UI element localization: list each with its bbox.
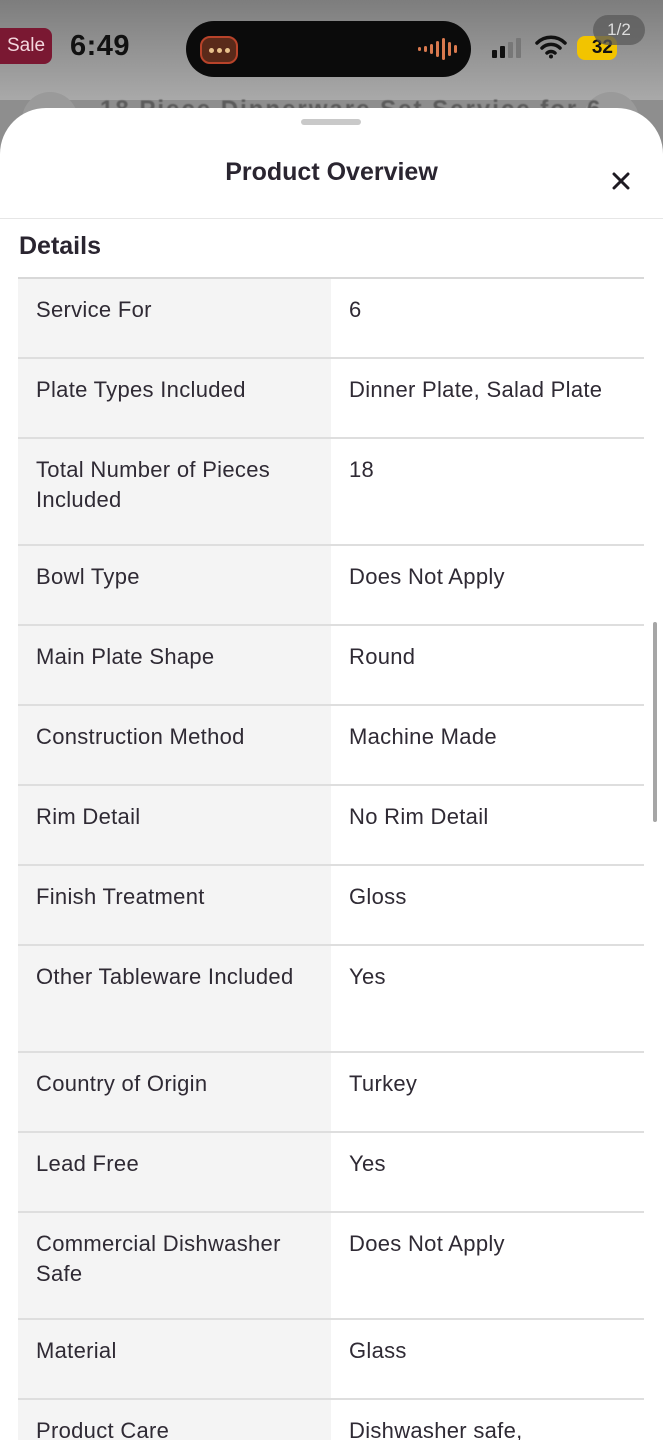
table-row: Country of Origin Turkey [18, 1052, 644, 1133]
table-row: Service For 6 [18, 278, 644, 359]
row-label: Finish Treatment [18, 865, 331, 946]
details-heading: Details [19, 232, 101, 260]
dynamic-island[interactable] [186, 21, 471, 77]
table-row: Finish Treatment Gloss [18, 865, 644, 946]
row-value: Does Not Apply [331, 545, 644, 626]
table-row: Construction Method Machine Made [18, 705, 644, 786]
now-playing-thumbnail-icon [200, 36, 238, 64]
details-table: Service For 6 Plate Types Included Dinne… [18, 277, 644, 1440]
row-label: Product Care [18, 1399, 331, 1440]
row-value: Turkey [331, 1052, 644, 1133]
row-value: 18 [331, 438, 644, 546]
table-row: Plate Types Included Dinner Plate, Salad… [18, 358, 644, 439]
scroll-indicator[interactable] [653, 622, 657, 822]
product-overview-sheet: Product Overview Details Service For 6 P… [0, 108, 663, 1440]
table-row: Other Tableware Included Yes [18, 945, 644, 1053]
clock: 6:49 [70, 30, 131, 62]
row-label: Country of Origin [18, 1052, 331, 1133]
row-value: Does Not Apply [331, 1212, 644, 1320]
row-label: Commercial Dishwasher Safe [18, 1212, 331, 1320]
row-label: Total Number of Pieces Included [18, 438, 331, 546]
close-icon [612, 172, 630, 190]
row-label: Service For [18, 278, 331, 359]
row-value: Dinner Plate, Salad Plate [331, 358, 644, 439]
row-label: Material [18, 1319, 331, 1400]
row-value: Yes [331, 945, 644, 1053]
table-row: Total Number of Pieces Included 18 [18, 438, 644, 546]
row-value: Glass [331, 1319, 644, 1400]
row-label: Lead Free [18, 1132, 331, 1213]
row-label: Construction Method [18, 705, 331, 786]
row-value: Dishwasher safe, [331, 1399, 644, 1440]
row-value: Machine Made [331, 705, 644, 786]
table-row: Bowl Type Does Not Apply [18, 545, 644, 626]
row-value: Gloss [331, 865, 644, 946]
close-button[interactable] [604, 164, 638, 198]
row-label: Plate Types Included [18, 358, 331, 439]
row-label: Bowl Type [18, 545, 331, 626]
audio-waveform-icon [418, 37, 457, 61]
sale-tag[interactable]: Sale [0, 28, 52, 64]
sheet-title: Product Overview [225, 158, 438, 186]
row-value: 6 [331, 278, 644, 359]
row-value: Yes [331, 1132, 644, 1213]
row-value: Round [331, 625, 644, 706]
table-row: Material Glass [18, 1319, 644, 1400]
wifi-icon [535, 35, 567, 59]
status-bar: Sale 6:49 32 1/2 [0, 0, 663, 100]
row-value: No Rim Detail [331, 785, 644, 866]
table-row: Rim Detail No Rim Detail [18, 785, 644, 866]
sheet-header: Product Overview [0, 108, 663, 219]
row-label: Other Tableware Included [18, 945, 331, 1053]
table-row: Main Plate Shape Round [18, 625, 644, 706]
table-row: Commercial Dishwasher Safe Does Not Appl… [18, 1212, 644, 1320]
table-row: Lead Free Yes [18, 1132, 644, 1213]
cellular-signal-icon [492, 38, 521, 58]
row-label: Rim Detail [18, 785, 331, 866]
table-row: Product Care Dishwasher safe, [18, 1399, 644, 1440]
row-label: Main Plate Shape [18, 625, 331, 706]
page-indicator: 1/2 [593, 15, 645, 45]
